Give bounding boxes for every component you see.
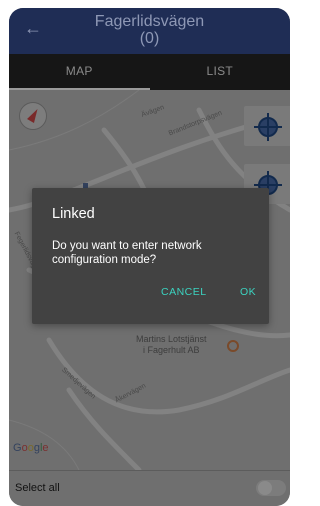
title-count: (0) (139, 30, 160, 47)
title-text: Fagerlidsvägen (94, 13, 205, 30)
dialog-message: Do you want to enter network configurati… (52, 240, 202, 266)
tab-bar: MAP LIST (9, 54, 290, 90)
road (66, 387, 142, 470)
google-logo: Google (13, 442, 49, 454)
poi-line1: Martins Lotstjänst (136, 334, 207, 344)
page-title: Fagerlidsvägen (0) (9, 13, 290, 47)
dialog-title: Linked (52, 206, 95, 222)
poi-marker-icon[interactable] (227, 340, 239, 352)
my-location-button[interactable] (244, 106, 290, 146)
poi-line2: i Fagerhult AB (143, 345, 200, 355)
bottom-bar: Select all (9, 470, 290, 506)
app-bar: ← Fagerlidsvägen (0) (9, 8, 290, 54)
cancel-button[interactable]: CANCEL (161, 286, 207, 298)
select-all-toggle[interactable] (256, 480, 286, 496)
poi-label: Martins Lotstjänst i Fagerhult AB (136, 334, 207, 356)
crosshair-location-icon (254, 113, 282, 141)
compass-icon[interactable] (19, 102, 47, 130)
network-config-dialog: Linked Do you want to enter network conf… (32, 188, 269, 324)
app-screen: ← Fagerlidsvägen (0) MAP LIST Ävägen Bra… (9, 8, 290, 506)
tab-map[interactable]: MAP (9, 54, 150, 90)
tab-list[interactable]: LIST (150, 54, 291, 90)
ok-button[interactable]: OK (240, 286, 256, 298)
select-all-label: Select all (15, 482, 60, 494)
